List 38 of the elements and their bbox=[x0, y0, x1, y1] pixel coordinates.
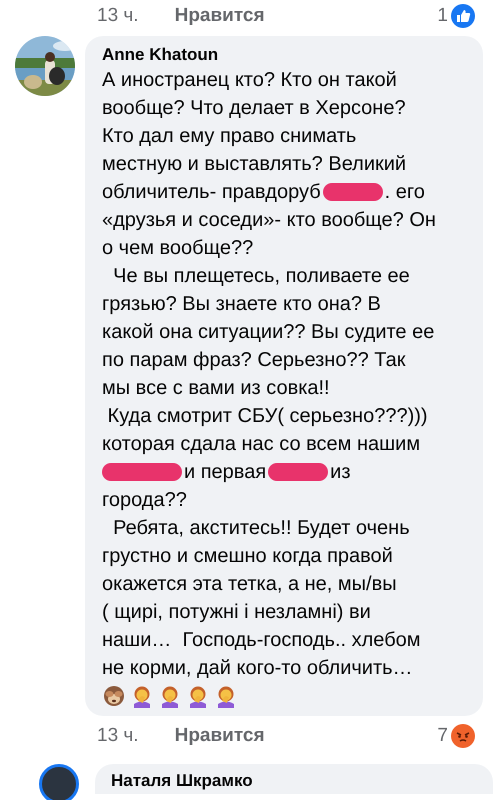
comment-text: из bbox=[330, 460, 351, 485]
author-name[interactable]: Anne Khatoun bbox=[102, 44, 467, 66]
like-link[interactable]: Нравится bbox=[174, 722, 265, 750]
comment-text: вообще? Что делает в Херсоне? bbox=[102, 96, 406, 121]
angry-face-icon bbox=[451, 724, 475, 748]
comment-text: грустно и смешно когда правой bbox=[102, 544, 393, 569]
timestamp: 13 ч. bbox=[97, 724, 139, 748]
comment-text: Че вы плещетесь, поливаете ее bbox=[112, 264, 410, 289]
monkey-covering-eyes-icon bbox=[102, 684, 126, 708]
comment-text: А иностранец кто? Кто он такой bbox=[102, 68, 397, 93]
reaction-count: 7 bbox=[437, 724, 448, 748]
timestamp: 13 ч. bbox=[97, 4, 139, 28]
comment-text: ( щирі, потужні і незламні) ви bbox=[102, 600, 371, 625]
comment-text: наши… Господь-господь.. хлебом bbox=[102, 628, 421, 653]
comment-text: по парам фраз? Серьезно?? Так bbox=[102, 348, 406, 373]
reaction-count: 1 bbox=[437, 4, 448, 28]
like-icon bbox=[451, 4, 475, 28]
comment-text: о чем вообще?? bbox=[102, 236, 254, 261]
comment-text: Кто дал ему право снимать bbox=[102, 124, 356, 149]
redaction-mark bbox=[322, 183, 383, 201]
author-name[interactable]: Наталя Шкрамко bbox=[111, 770, 477, 792]
redaction-mark bbox=[268, 463, 328, 481]
comment-text: грязью? Вы знаете кто она? В bbox=[102, 292, 381, 317]
comment-text: Куда смотрит СБУ( серьезно???))) bbox=[106, 404, 428, 429]
comment-text: . его bbox=[384, 180, 425, 205]
comment-text: «друзья и соседи»- кто вообще? Он bbox=[102, 208, 436, 233]
avatar[interactable] bbox=[39, 764, 79, 800]
comment-text: мы все с вами из совка!! bbox=[102, 376, 330, 401]
comment-text: окажется эта тетка, а не, мы/вы bbox=[102, 572, 397, 597]
comment-text: обличитель- правдоруб bbox=[102, 180, 321, 205]
comment-text: Ребята, акститесь!! Будет очень bbox=[112, 516, 410, 541]
like-link[interactable]: Нравится bbox=[174, 2, 265, 30]
comment-text: не корми, дай кого-то обличить… bbox=[102, 656, 413, 681]
comment-text: города?? bbox=[102, 488, 187, 513]
comment-text: которая сдала нас со всем нашим bbox=[102, 432, 420, 457]
comment-text: и первая bbox=[184, 460, 266, 485]
comment-text: какой она ситуации?? Вы судите ее bbox=[102, 320, 434, 345]
comment-text: местную и выставлять? Великий bbox=[102, 152, 406, 177]
